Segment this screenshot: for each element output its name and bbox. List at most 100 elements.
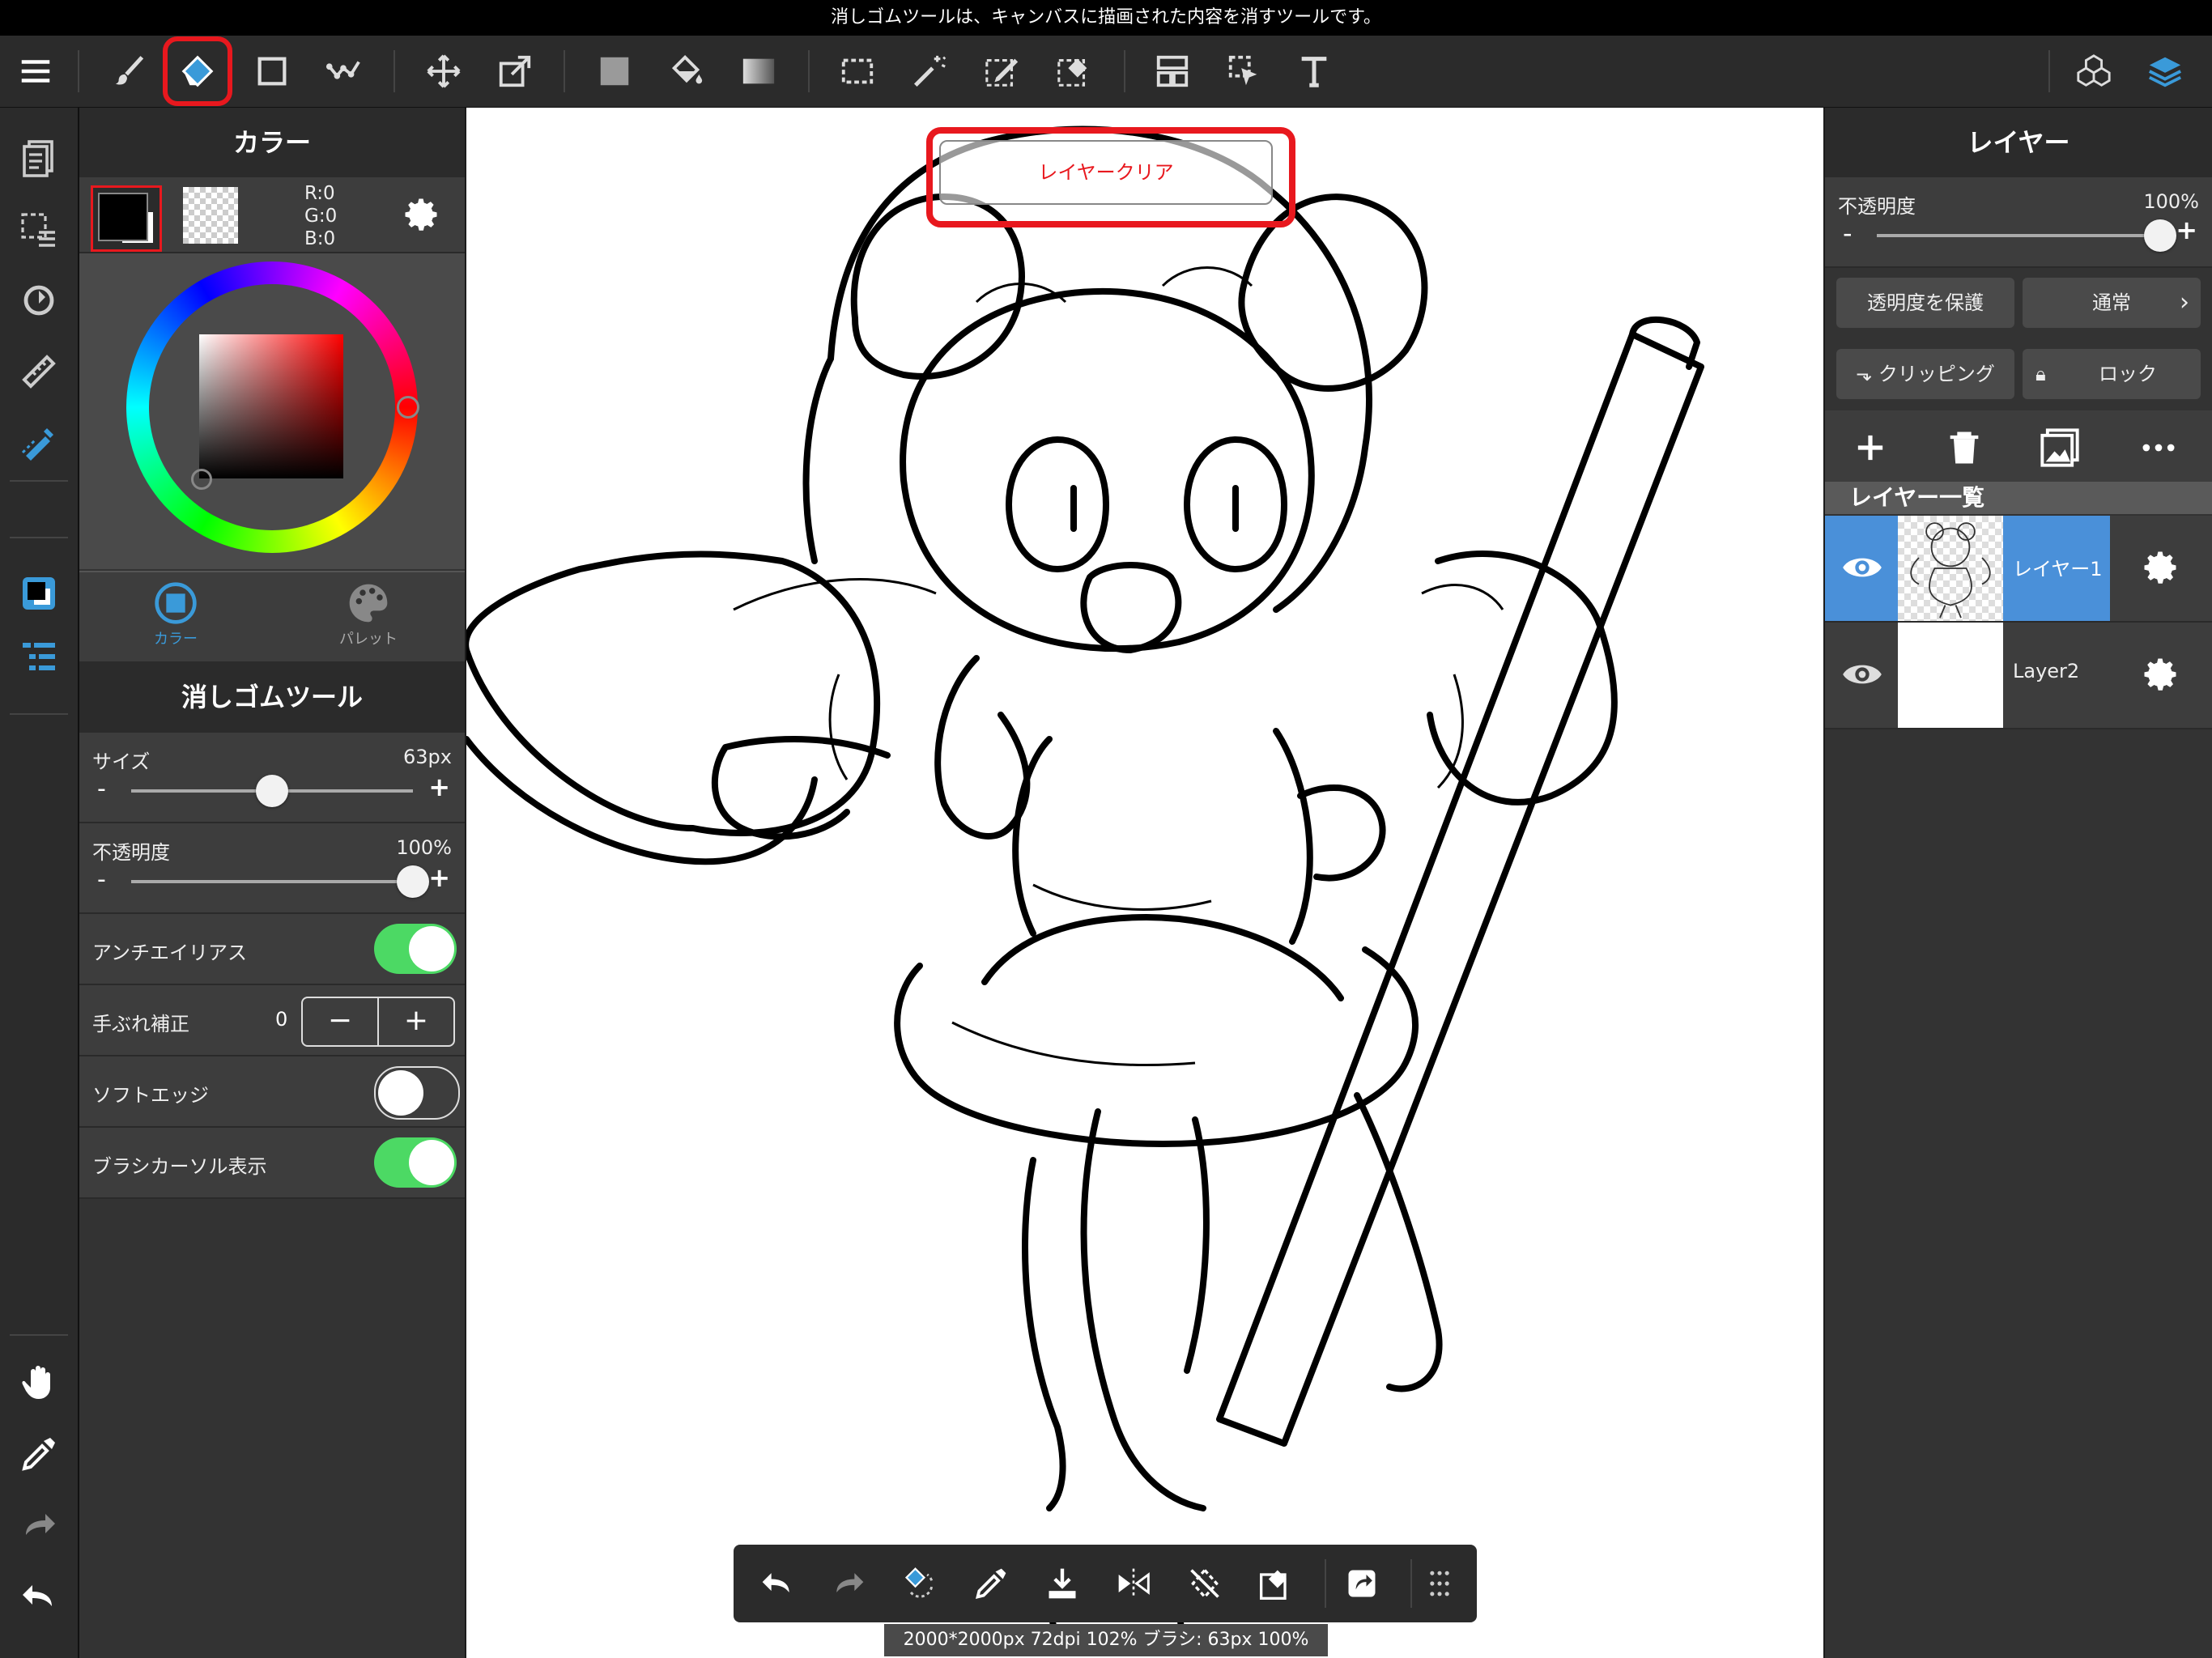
opacity-slider-knob[interactable] xyxy=(397,865,429,898)
soft-edge-toggle[interactable] xyxy=(374,1066,460,1120)
size-minus-button[interactable]: - xyxy=(97,775,106,803)
rect-fill-icon[interactable] xyxy=(248,47,296,96)
delete-layer-icon[interactable] xyxy=(1943,427,1985,469)
antialias-setting: アンチエイリアス xyxy=(79,914,465,985)
layer-row-1[interactable]: レイヤー1 xyxy=(1825,516,2212,623)
layer-clear-button[interactable]: レイヤークリア xyxy=(939,140,1273,205)
palette-icon xyxy=(349,584,388,623)
layer-opacity-minus-button[interactable]: - xyxy=(1843,218,1853,249)
text-icon[interactable] xyxy=(1290,47,1338,96)
dot-icon[interactable] xyxy=(319,47,368,96)
eraser-rotate-icon[interactable] xyxy=(895,1559,944,1608)
opacity-minus-button[interactable]: - xyxy=(97,865,106,894)
sv-handle[interactable] xyxy=(191,469,212,490)
more-options-icon[interactable] xyxy=(2138,427,2180,469)
stabilizer-decrement-button[interactable]: − xyxy=(303,998,379,1045)
opacity-slider[interactable] xyxy=(131,880,413,883)
brush-cursor-toggle[interactable] xyxy=(374,1137,457,1188)
drawing-canvas[interactable]: レイヤークリア xyxy=(466,108,1823,1658)
transform-icon[interactable] xyxy=(491,47,539,96)
clipping-label: クリッピング xyxy=(1878,363,1995,385)
top-toolbar xyxy=(0,36,2212,108)
main-color-swatch[interactable] xyxy=(91,185,162,252)
grid-dots-icon[interactable] xyxy=(1415,1559,1464,1608)
soft-edge-setting: ソフトエッジ xyxy=(79,1056,465,1128)
sub-color-swatch[interactable] xyxy=(183,187,238,244)
frame-divider-icon[interactable] xyxy=(1148,47,1197,96)
rgb-readout: R:0 G:0 B:0 xyxy=(304,183,338,249)
opacity-plus-button[interactable]: + xyxy=(428,862,450,893)
layer-list-icon[interactable] xyxy=(15,634,63,682)
layer-list-header: レイヤー一覧 xyxy=(1825,482,2212,514)
share-icon[interactable] xyxy=(1338,1559,1386,1608)
eraser-tool-button[interactable] xyxy=(163,36,232,106)
rotate-reset-icon[interactable] xyxy=(1180,1559,1229,1608)
layer-opacity-plus-button[interactable]: + xyxy=(2176,215,2197,245)
tab-palette[interactable]: パレット xyxy=(272,572,465,661)
menu-icon[interactable] xyxy=(11,47,60,96)
gradient-icon[interactable] xyxy=(734,47,783,96)
select-eraser-icon[interactable] xyxy=(1050,47,1099,96)
left-tool-rail xyxy=(0,108,79,1658)
size-plus-button[interactable]: + xyxy=(428,772,450,802)
3d-icon[interactable] xyxy=(2069,47,2118,96)
tool-panel-title: 消しゴムツール xyxy=(79,661,465,733)
redo-icon[interactable] xyxy=(824,1559,873,1608)
flip-icon[interactable] xyxy=(1109,1559,1158,1608)
brush-icon[interactable] xyxy=(105,47,154,96)
select-rect-icon[interactable] xyxy=(833,47,882,96)
layer-opacity-slider[interactable] xyxy=(1877,234,2160,237)
magic-wand-icon[interactable] xyxy=(905,47,954,96)
brush-cursor-label: ブラシカーソル表示 xyxy=(92,1155,267,1178)
hue-handle[interactable] xyxy=(397,396,419,419)
clipping-button[interactable]: ⬎ クリッピング xyxy=(1836,349,2014,399)
gallery-icon[interactable] xyxy=(15,134,63,182)
layer-opacity-slider-knob[interactable] xyxy=(2144,219,2176,252)
size-slider-knob[interactable] xyxy=(256,775,288,807)
bucket-icon[interactable] xyxy=(662,47,711,96)
operation-icon[interactable] xyxy=(1220,47,1269,96)
saturation-value-square[interactable] xyxy=(191,334,343,490)
eyedropper-icon[interactable] xyxy=(15,1430,63,1478)
snap-pen-icon[interactable] xyxy=(15,419,63,467)
layer-gear-icon[interactable] xyxy=(2139,546,2181,589)
status-message: 消しゴムツールは、キャンバスに描画された内容を消すツールです。 xyxy=(0,0,2212,36)
fill-color-icon[interactable] xyxy=(590,47,639,96)
clear-icon[interactable] xyxy=(1252,1559,1300,1608)
color-settings-gear-icon[interactable] xyxy=(400,193,442,236)
blend-mode-button[interactable]: 通常 › xyxy=(2023,278,2201,328)
eye-icon[interactable] xyxy=(1841,653,1883,695)
eraser-icon xyxy=(181,55,214,87)
rotate-icon[interactable] xyxy=(15,276,63,325)
layer-image-icon[interactable] xyxy=(2039,427,2081,469)
size-setting: サイズ 63px - + xyxy=(79,733,465,823)
stabilizer-stepper: − + xyxy=(301,997,455,1047)
stabilizer-setting: 手ぶれ補正 0 − + xyxy=(79,985,465,1056)
redo-icon[interactable] xyxy=(15,1501,63,1550)
color-panel-title: カラー xyxy=(79,108,465,177)
clipping-arrow-icon: ⬎ xyxy=(1856,363,1873,385)
move-icon[interactable] xyxy=(419,47,468,96)
layer-row-2[interactable]: Layer2 xyxy=(1825,623,2212,729)
undo-icon[interactable] xyxy=(15,1572,63,1621)
layers-icon[interactable] xyxy=(2141,47,2189,96)
ruler-icon[interactable] xyxy=(15,347,63,396)
selection-list-icon[interactable] xyxy=(15,205,63,253)
tab-color[interactable]: カラー xyxy=(79,572,272,661)
color-row: R:0 G:0 B:0 xyxy=(79,177,465,253)
color-swatch-icon[interactable] xyxy=(15,569,63,618)
undo-icon[interactable] xyxy=(753,1559,802,1608)
hand-icon[interactable] xyxy=(15,1358,63,1407)
select-pen-icon[interactable] xyxy=(978,47,1027,96)
antialias-toggle[interactable] xyxy=(374,924,457,974)
save-icon[interactable] xyxy=(1038,1559,1087,1608)
eye-icon[interactable] xyxy=(1841,546,1883,589)
stabilizer-increment-button[interactable]: + xyxy=(379,998,453,1045)
protect-alpha-button[interactable]: 透明度を保護 xyxy=(1836,278,2014,328)
add-layer-icon[interactable] xyxy=(1849,427,1891,469)
eyedropper-icon[interactable] xyxy=(967,1559,1015,1608)
layer-gear-icon[interactable] xyxy=(2139,653,2181,695)
chevron-right-icon: › xyxy=(2180,288,2189,317)
layer-opacity-label: 不透明度 xyxy=(1838,195,1916,218)
lock-button[interactable]: 🔒︎ ロック xyxy=(2023,349,2201,399)
